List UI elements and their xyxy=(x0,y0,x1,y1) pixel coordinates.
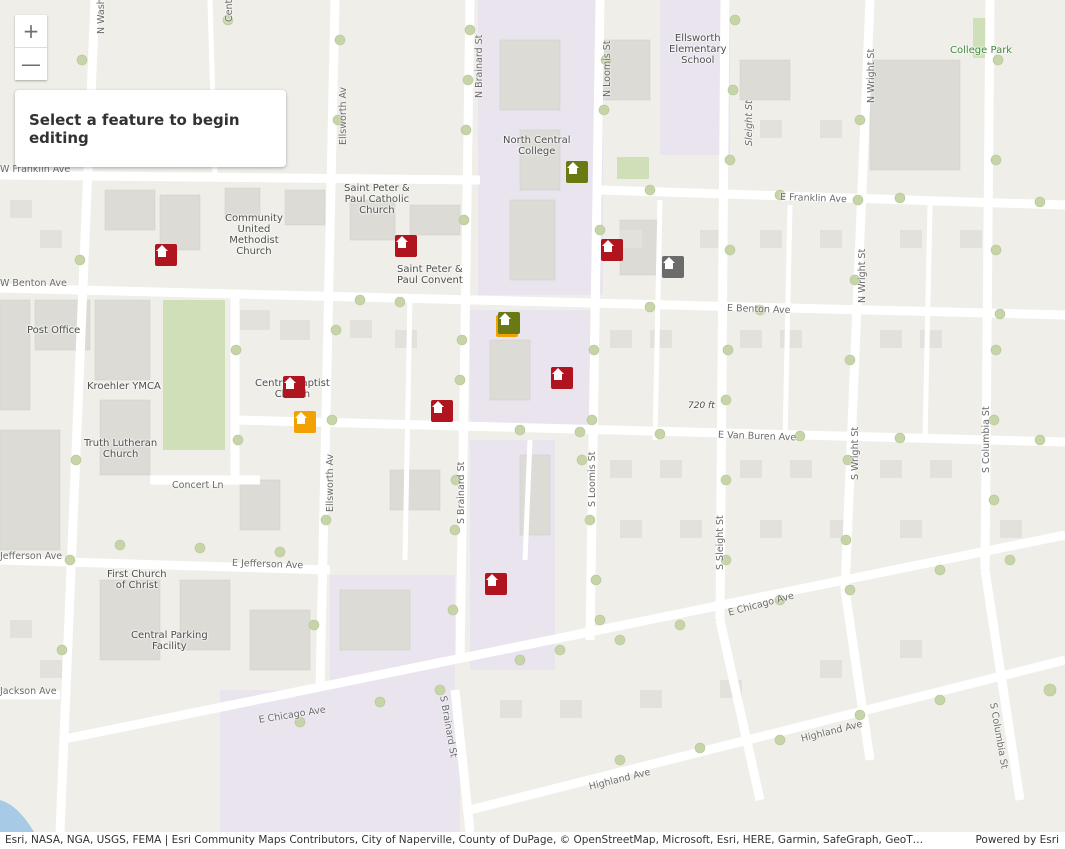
editor-prompt: Select a feature to begin editing xyxy=(29,110,240,147)
feature-marker-8[interactable] xyxy=(431,400,453,422)
feature-marker-2[interactable] xyxy=(601,239,623,261)
street-ellsworth-south: Ellsworth Av xyxy=(325,453,336,512)
attribution-bar: Esri, NASA, NGA, USGS, FEMA | Esri Commu… xyxy=(0,832,1065,849)
zoom-out-button[interactable]: — xyxy=(15,47,47,80)
house-icon xyxy=(432,401,444,413)
poi-ellsworth-school: Ellsworth Elementary School xyxy=(669,33,727,66)
house-icon xyxy=(396,236,408,248)
powered-by-esri[interactable]: Powered by Esri xyxy=(975,832,1059,849)
street-e-franklin: E Franklin Ave xyxy=(779,191,847,206)
street-sleight-north: Sleight St xyxy=(744,100,755,146)
street-n-washington: N Wash xyxy=(96,0,107,34)
street-n-wright-south: N Wright St xyxy=(857,248,868,303)
poi-central-parking: Central Parking Facility xyxy=(131,630,208,652)
poi-post-office: Post Office xyxy=(27,325,81,336)
house-icon xyxy=(602,240,614,252)
street-centr-north: Centr xyxy=(224,0,235,22)
house-icon xyxy=(284,377,296,389)
house-icon xyxy=(499,313,511,325)
street-s-wright: S Wright St xyxy=(850,426,861,480)
house-icon xyxy=(663,257,675,269)
poi-college-park: College Park xyxy=(950,45,1013,56)
poi-first-church-christ: First Church of Christ xyxy=(107,569,167,591)
feature-marker-5[interactable] xyxy=(498,312,520,334)
feature-marker-10[interactable] xyxy=(485,573,507,595)
feature-marker-9[interactable] xyxy=(294,411,316,433)
house-icon xyxy=(552,368,564,380)
poi-st-peter-paul-church: Saint Peter & Paul Catholic Church xyxy=(344,183,410,216)
house-icon xyxy=(486,574,498,586)
feature-marker-7[interactable] xyxy=(283,376,305,398)
feature-marker-4[interactable] xyxy=(566,161,588,183)
street-s-loomis: S Loomis St xyxy=(587,451,598,507)
street-s-brainard-north: S Brainard St xyxy=(456,461,467,524)
street-n-loomis: N Loomis St xyxy=(602,40,613,98)
street-concert-ln: Concert Ln xyxy=(172,480,224,491)
street-ellsworth-north: Ellsworth Av xyxy=(338,86,349,145)
street-e-benton: E Benton Ave xyxy=(726,302,791,317)
house-icon xyxy=(156,245,168,257)
feature-marker-0[interactable] xyxy=(155,244,177,266)
poi-truth-lutheran: Truth Lutheran Church xyxy=(84,438,158,460)
house-icon xyxy=(567,162,579,174)
feature-marker-1[interactable] xyxy=(395,235,417,257)
street-n-wright-north: N Wright St xyxy=(866,48,877,103)
feature-marker-6[interactable] xyxy=(551,367,573,389)
zoom-in-button[interactable]: + xyxy=(15,15,47,47)
street-jackson: Jackson Ave xyxy=(0,686,57,697)
editor-panel: Select a feature to begin editing xyxy=(15,90,286,167)
poi-kroehler-ymca: Kroehler YMCA xyxy=(87,381,161,392)
poi-community-methodist: Community United Methodist Church xyxy=(225,213,283,257)
street-w-benton: W Benton Ave xyxy=(0,278,67,289)
elevation-label: 720 ft xyxy=(688,401,715,411)
zoom-control: + — xyxy=(15,15,47,80)
poi-north-central-college: North Central College xyxy=(503,135,571,157)
feature-marker-3[interactable] xyxy=(662,256,684,278)
street-n-brainard: N Brainard St xyxy=(474,34,485,98)
attribution-sources[interactable]: Esri, NASA, NGA, USGS, FEMA | Esri Commu… xyxy=(5,832,965,849)
street-s-sleight: S Sleight St xyxy=(715,515,726,570)
street-s-columbia-north: S Columbia St xyxy=(981,406,992,473)
street-w-jefferson: Jefferson Ave xyxy=(0,551,63,562)
house-icon xyxy=(295,412,307,424)
poi-st-peter-paul-convent: Saint Peter & Paul Convent xyxy=(397,264,463,286)
